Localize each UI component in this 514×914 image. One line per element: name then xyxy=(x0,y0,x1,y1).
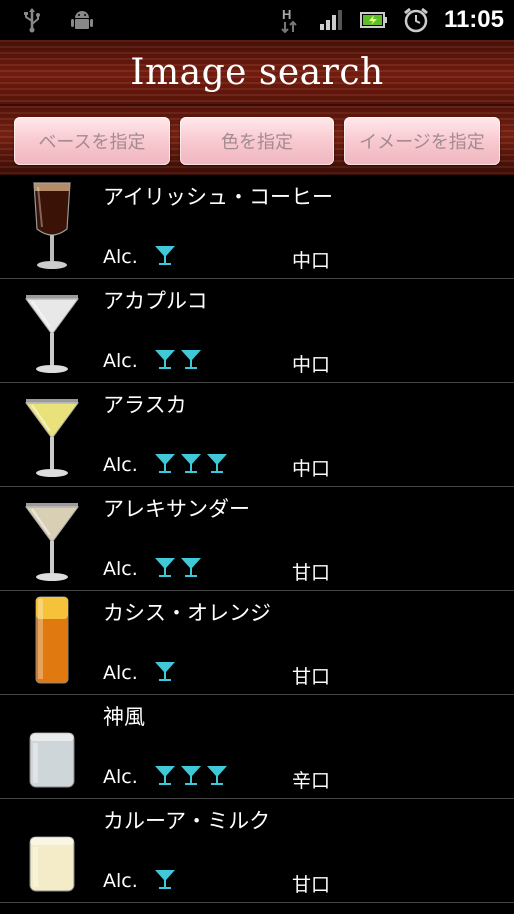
cocktail-row[interactable]: アラスカ Alc. 中口 xyxy=(0,383,514,487)
taste-label: 中口 xyxy=(292,354,331,376)
taste-label: 甘口 xyxy=(292,666,331,688)
taste-label: 中口 xyxy=(292,458,331,480)
alarm-clock-icon xyxy=(402,6,430,34)
page-title: Image search xyxy=(130,52,384,93)
cocktail-glass-icon xyxy=(153,763,177,791)
cocktail-glass-icon xyxy=(153,555,177,583)
app-header: Image search ベースを指定 色を指定 イメージを指定 xyxy=(0,40,514,175)
status-bar: H 11:05 xyxy=(0,0,514,40)
cocktail-row[interactable]: アカプルコ Alc. 中口 xyxy=(0,279,514,383)
cocktail-image xyxy=(20,177,84,273)
alcohol-label: Alc. xyxy=(103,870,138,892)
cocktail-glass-icon xyxy=(153,659,177,687)
alcohol-strength-rating xyxy=(153,555,203,583)
battery-charging-icon xyxy=(359,6,388,34)
cocktail-row[interactable]: 神風 Alc. 辛口 xyxy=(0,695,514,799)
cocktail-glass-icon xyxy=(179,763,203,791)
alcohol-label: Alc. xyxy=(103,766,138,788)
cocktail-name: アレキサンダー xyxy=(103,497,250,521)
alcohol-strength-rating xyxy=(153,347,203,375)
cocktail-name: アラスカ xyxy=(103,393,187,417)
cocktail-image xyxy=(20,385,84,481)
svg-text:H: H xyxy=(282,7,291,22)
taste-label: 辛口 xyxy=(292,770,331,792)
cocktail-glass-icon xyxy=(179,451,203,479)
cocktail-glass-icon xyxy=(153,347,177,375)
alcohol-label: Alc. xyxy=(103,662,138,684)
alcohol-label: Alc. xyxy=(103,454,138,476)
android-debug-icon xyxy=(68,6,96,34)
cocktail-glass-icon xyxy=(153,243,177,271)
taste-label: 甘口 xyxy=(292,874,331,896)
cocktail-name: カルーア・ミルク xyxy=(103,809,271,833)
base-filter-button[interactable]: ベースを指定 xyxy=(14,117,170,165)
cocktail-image xyxy=(20,801,84,897)
alcohol-strength-rating xyxy=(153,763,229,791)
cocktail-glass-icon xyxy=(179,347,203,375)
header-divider xyxy=(0,104,514,106)
alcohol-strength-rating xyxy=(153,659,177,687)
cocktail-glass-icon xyxy=(205,451,229,479)
alcohol-label: Alc. xyxy=(103,350,138,372)
alcohol-label: Alc. xyxy=(103,246,138,268)
cocktail-name: アイリッシュ・コーヒー xyxy=(103,185,333,209)
cocktail-glass-icon xyxy=(153,451,177,479)
cocktail-list: アイリッシュ・コーヒー Alc. 中口 アカプルコ Alc. 中口 アラスカ Alc.… xyxy=(0,175,514,903)
cocktail-image xyxy=(20,489,84,585)
cocktail-image xyxy=(20,593,84,689)
image-filter-button[interactable]: イメージを指定 xyxy=(344,117,500,165)
cocktail-row[interactable]: カシス・オレンジ Alc. 甘口 xyxy=(0,591,514,695)
cocktail-row[interactable]: アイリッシュ・コーヒー Alc. 中口 xyxy=(0,175,514,279)
cocktail-glass-icon xyxy=(179,555,203,583)
alcohol-strength-rating xyxy=(153,867,177,895)
cocktail-row[interactable]: アレキサンダー Alc. 甘口 xyxy=(0,487,514,591)
taste-label: 甘口 xyxy=(292,562,331,584)
cocktail-name: アカプルコ xyxy=(103,289,208,313)
cocktail-glass-icon xyxy=(205,763,229,791)
signal-strength-icon xyxy=(318,6,346,34)
alcohol-strength-rating xyxy=(153,451,229,479)
cocktail-name: 神風 xyxy=(103,705,145,729)
cocktail-image xyxy=(20,697,84,793)
alcohol-strength-rating xyxy=(153,243,177,271)
cocktail-image xyxy=(20,281,84,377)
taste-label: 中口 xyxy=(292,250,331,272)
status-time: 11:05 xyxy=(443,6,504,33)
usb-icon xyxy=(18,6,46,34)
color-filter-button[interactable]: 色を指定 xyxy=(180,117,334,165)
cocktail-name: カシス・オレンジ xyxy=(103,601,271,625)
cocktail-row[interactable]: カルーア・ミルク Alc. 甘口 xyxy=(0,799,514,903)
cocktail-glass-icon xyxy=(153,867,177,895)
alcohol-label: Alc. xyxy=(103,558,138,580)
filter-button-row: ベースを指定 色を指定 イメージを指定 xyxy=(14,117,500,165)
hspa-data-icon: H xyxy=(276,6,304,34)
